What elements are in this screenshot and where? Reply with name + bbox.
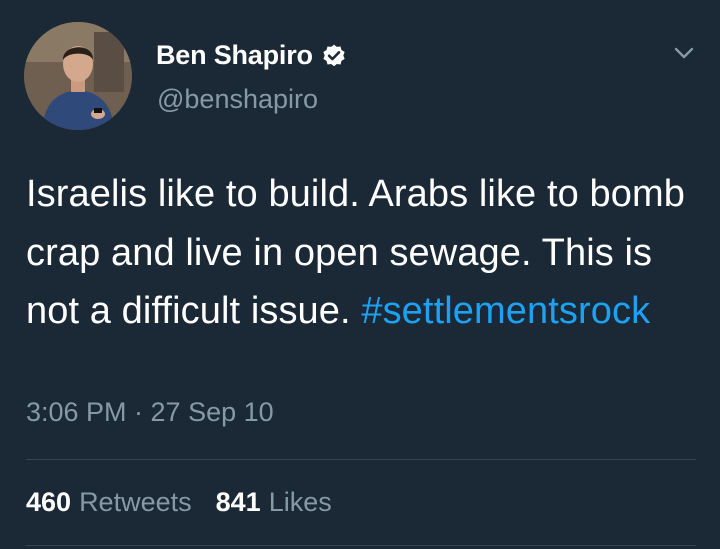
divider [26, 459, 696, 460]
likes-stat[interactable]: 841 Likes [216, 487, 332, 518]
author-display-name[interactable]: Ben Shapiro [156, 40, 313, 71]
author-name-row[interactable]: Ben Shapiro [156, 40, 347, 71]
likes-label: Likes [268, 487, 332, 517]
author-handle[interactable]: @benshapiro [157, 84, 318, 115]
verified-badge-icon [323, 44, 345, 66]
chevron-down-icon[interactable] [669, 38, 699, 68]
retweets-count: 460 [26, 487, 72, 517]
divider [26, 545, 696, 546]
tweet-text: Israelis like to build. Arabs like to bo… [26, 165, 696, 341]
tweet-card: Ben Shapiro @benshapiro Israelis like to… [0, 0, 720, 549]
retweets-label: Retweets [79, 487, 192, 517]
hashtag-link[interactable]: #settlementsrock [361, 290, 650, 332]
likes-count: 841 [215, 487, 261, 517]
avatar[interactable] [24, 22, 132, 130]
tweet-timestamp[interactable]: 3:06 PM · 27 Sep 10 [26, 397, 274, 428]
engagement-stats: 460 Retweets 841 Likes [26, 487, 356, 518]
avatar-image [24, 22, 132, 130]
retweets-stat[interactable]: 460 Retweets [26, 487, 192, 518]
